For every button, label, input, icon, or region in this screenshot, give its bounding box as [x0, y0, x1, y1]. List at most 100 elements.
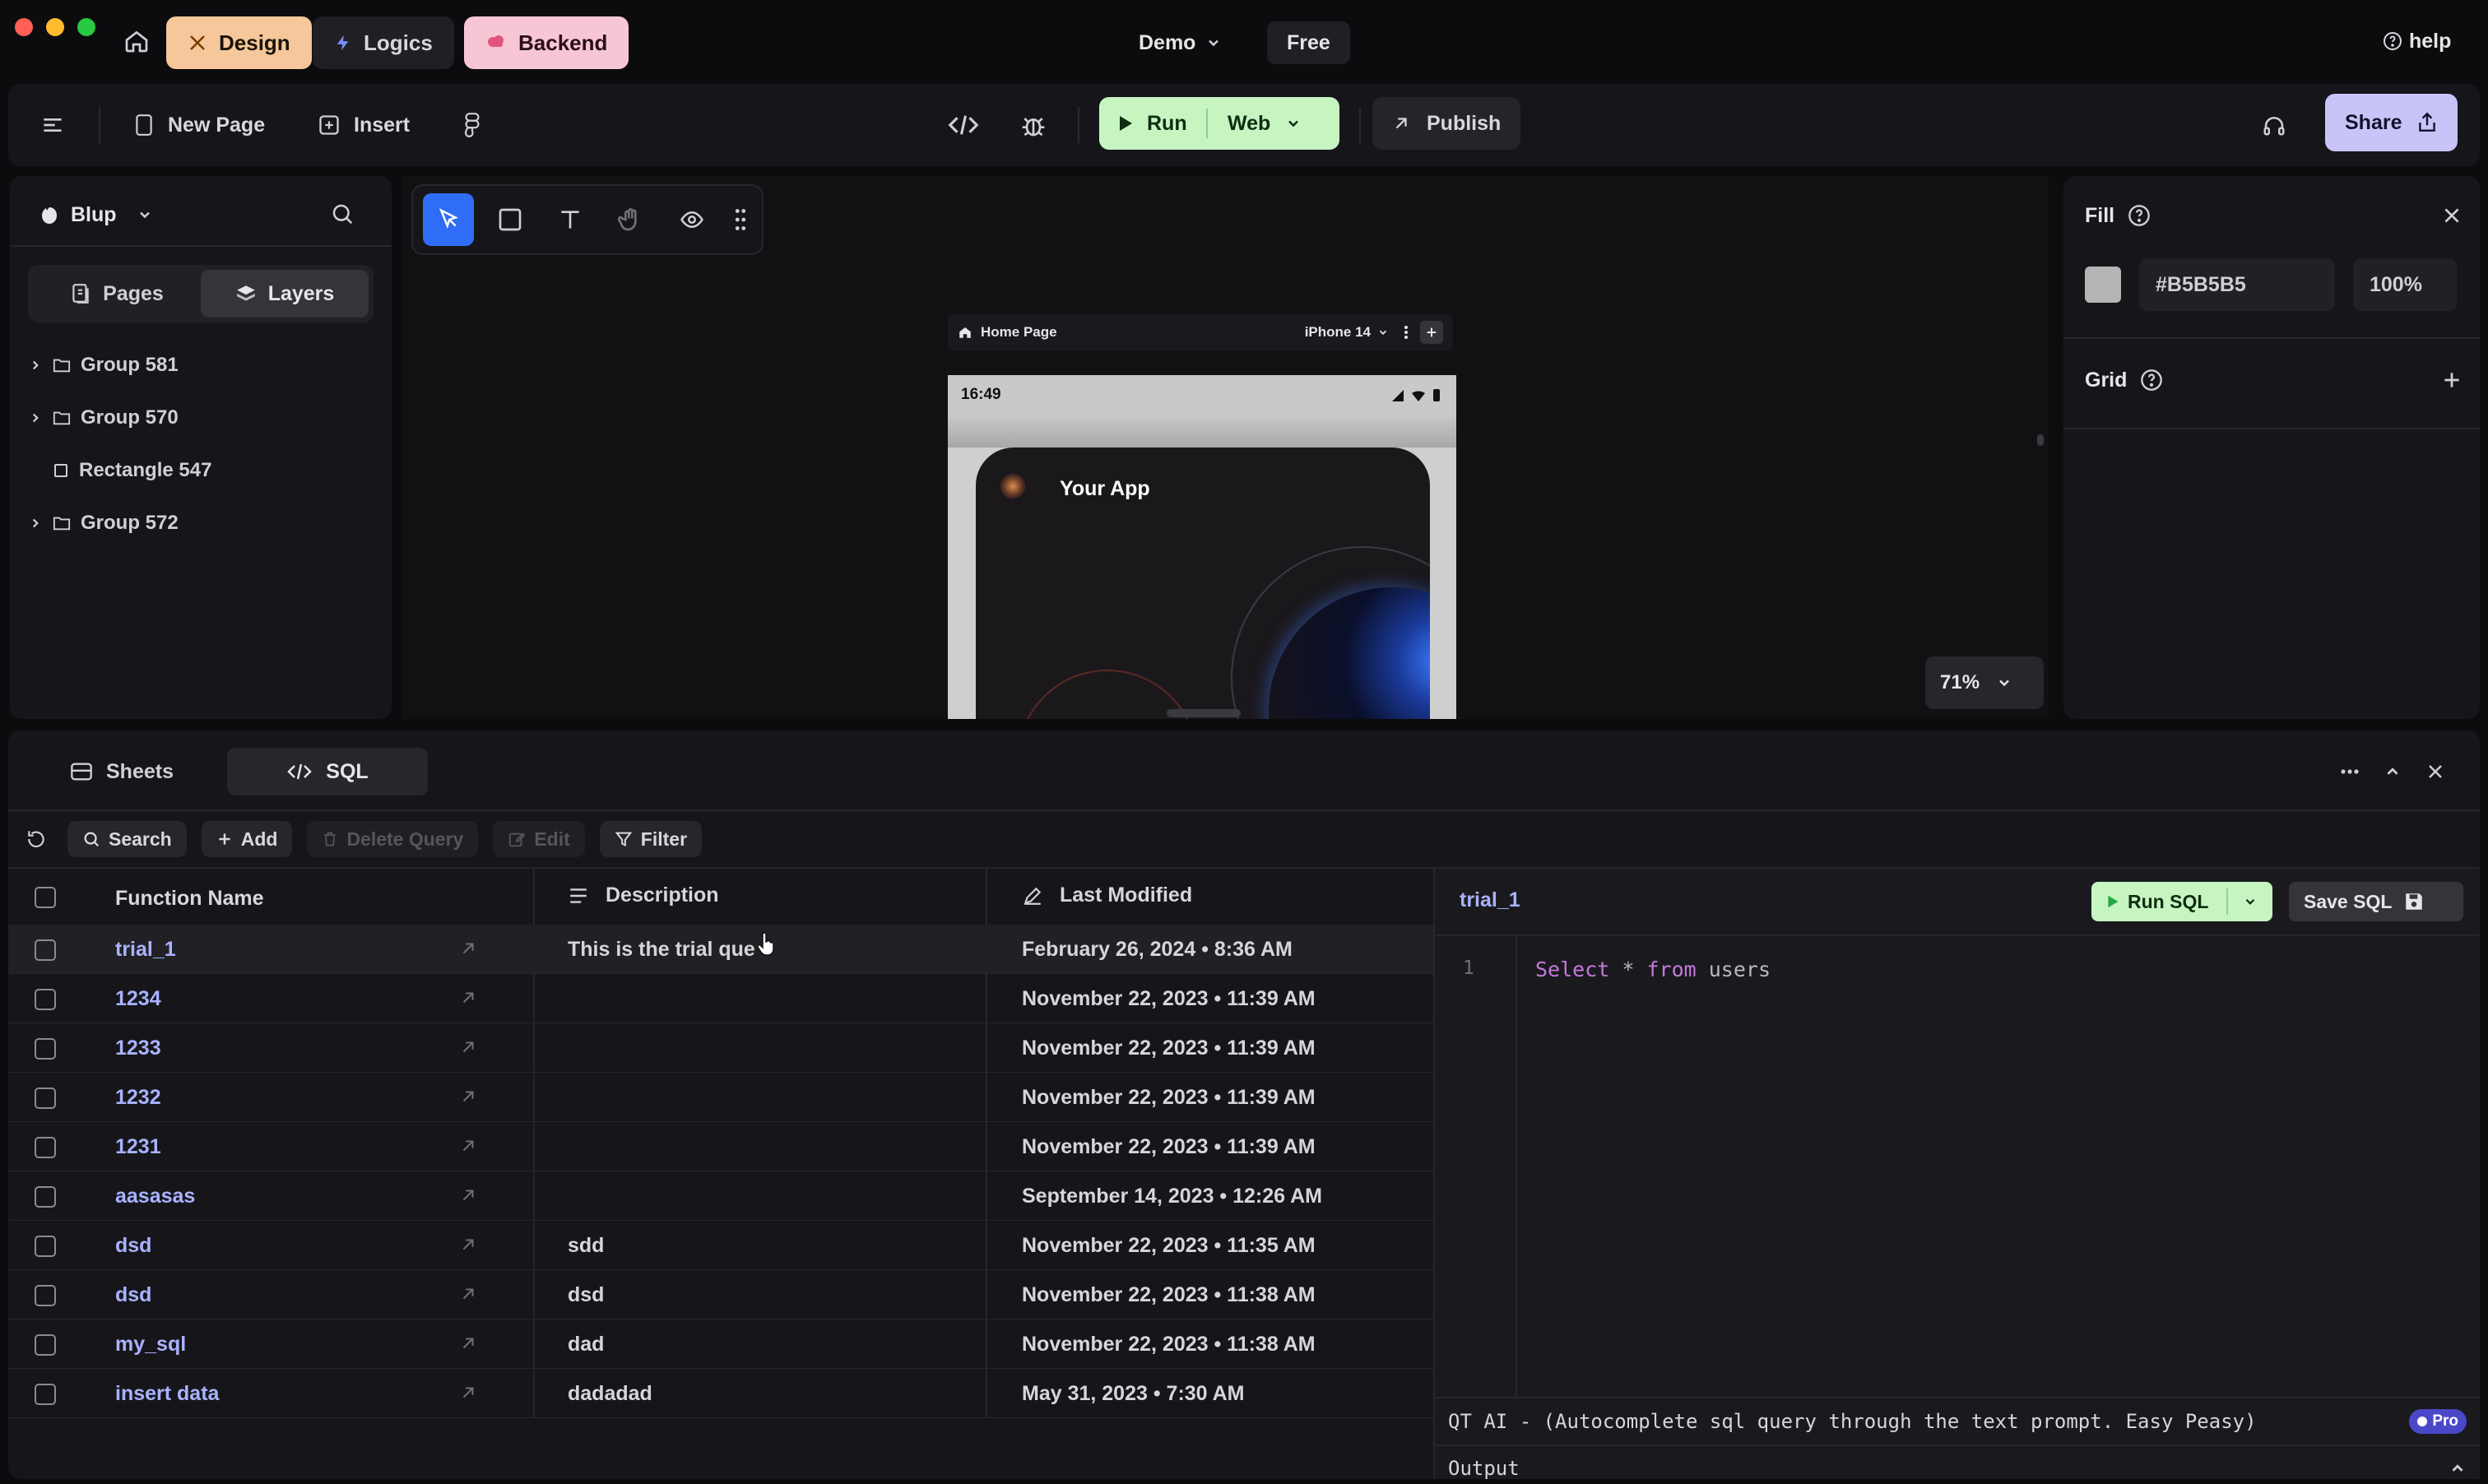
plan-badge[interactable]: Free [1267, 21, 1350, 64]
menu-icon[interactable] [36, 109, 69, 141]
tab-sql[interactable]: SQL [227, 748, 428, 795]
publish-button[interactable]: Publish [1372, 97, 1521, 150]
device-selector[interactable]: iPhone 14 [1305, 324, 1389, 341]
ai-prompt-bar[interactable]: QT AI - (Autocomplete sql query through … [1435, 1398, 2480, 1445]
select-tool[interactable] [423, 193, 474, 246]
column-header[interactable]: Function Name [115, 887, 264, 911]
chevron-right-icon[interactable] [28, 410, 43, 425]
filter-button[interactable]: Filter [599, 821, 703, 857]
table-row[interactable]: insert data dadadad May 31, 2023 • 7:30 … [8, 1369, 1433, 1418]
row-checkbox[interactable] [35, 1186, 56, 1208]
row-checkbox[interactable] [35, 939, 56, 961]
bug-icon[interactable] [1017, 109, 1050, 141]
close-icon[interactable] [2419, 755, 2452, 788]
function-name-link[interactable]: aasasas [115, 1185, 195, 1208]
kebab-icon[interactable] [1404, 324, 1409, 341]
table-row[interactable]: dsd sdd November 22, 2023 • 11:35 AM [8, 1221, 1433, 1270]
hand-tool[interactable] [606, 193, 656, 246]
row-checkbox[interactable] [35, 1038, 56, 1060]
preview-tool[interactable] [667, 193, 717, 246]
zoom-control[interactable]: 71% [1925, 656, 2044, 709]
layer-item[interactable]: Group 572 [28, 497, 374, 550]
save-sql-button[interactable]: Save SQL [2289, 882, 2463, 921]
open-icon[interactable] [459, 1236, 477, 1254]
row-checkbox[interactable] [35, 989, 56, 1010]
tab-design[interactable]: Design [166, 16, 312, 69]
description-cell[interactable]: dad [568, 1333, 604, 1356]
headphones-icon[interactable] [2258, 109, 2291, 141]
open-icon[interactable] [459, 1285, 477, 1303]
function-name-link[interactable]: dsd [115, 1283, 151, 1307]
fill-hex-input[interactable]: #B5B5B5 [2139, 258, 2335, 311]
add-grid-button[interactable] [2435, 364, 2468, 397]
collapse-icon[interactable] [2376, 755, 2409, 788]
open-icon[interactable] [459, 1384, 477, 1402]
workspace-selector[interactable]: Blup [39, 194, 153, 235]
help-link[interactable]: help [2383, 25, 2451, 58]
row-checkbox[interactable] [35, 1236, 56, 1257]
layer-item[interactable]: Rectangle 547 [28, 444, 374, 497]
table-row[interactable]: aasasas September 14, 2023 • 12:26 AM [8, 1171, 1433, 1221]
delete-query-button[interactable]: Delete Query [307, 821, 479, 857]
function-name-link[interactable]: my_sql [115, 1333, 186, 1356]
fill-color-swatch[interactable] [2085, 267, 2121, 303]
description-cell[interactable]: This is the trial que [568, 938, 755, 962]
home-icon[interactable] [120, 25, 153, 58]
table-row[interactable]: 1232 November 22, 2023 • 11:39 AM [8, 1073, 1433, 1122]
function-name-link[interactable]: 1231 [115, 1135, 161, 1159]
row-checkbox[interactable] [35, 1137, 56, 1158]
description-cell[interactable]: dsd [568, 1283, 604, 1307]
help-circle-icon[interactable] [2128, 204, 2151, 227]
tab-backend[interactable]: Backend [464, 16, 629, 69]
close-window-button[interactable] [15, 18, 33, 36]
open-icon[interactable] [459, 1334, 477, 1352]
open-icon[interactable] [459, 1087, 477, 1106]
design-canvas[interactable]: Home Page iPhone 14 16:49 Your App 71% [402, 176, 2049, 719]
function-name-link[interactable]: dsd [115, 1234, 151, 1258]
more-icon[interactable] [2333, 755, 2366, 788]
run-button[interactable]: Run [1099, 97, 1206, 150]
new-page-button[interactable]: New Page [133, 84, 265, 166]
insert-button[interactable]: Insert [318, 84, 410, 166]
function-name-link[interactable]: 1232 [115, 1086, 161, 1110]
select-all-checkbox[interactable] [35, 887, 56, 908]
function-name-link[interactable]: insert data [115, 1382, 219, 1406]
open-icon[interactable] [459, 1137, 477, 1155]
sql-code-editor[interactable]: Select * from users [1535, 958, 1771, 981]
run-sql-button[interactable]: Run SQL [2091, 882, 2226, 921]
minimize-window-button[interactable] [46, 18, 64, 36]
table-row[interactable]: my_sql dad November 22, 2023 • 11:38 AM [8, 1319, 1433, 1369]
open-icon[interactable] [459, 989, 477, 1007]
tab-layers[interactable]: Layers [201, 270, 369, 318]
row-checkbox[interactable] [35, 1334, 56, 1356]
description-cell[interactable]: dadadad [568, 1382, 652, 1406]
search-icon[interactable] [326, 197, 359, 230]
chevron-right-icon[interactable] [28, 516, 43, 531]
rectangle-tool[interactable] [485, 193, 535, 246]
fill-opacity-input[interactable]: 100% [2353, 258, 2457, 311]
function-name-link[interactable]: 1234 [115, 987, 161, 1011]
open-icon[interactable] [459, 1038, 477, 1056]
share-button[interactable]: Share [2325, 94, 2458, 151]
more-tools[interactable] [728, 193, 752, 246]
layer-item[interactable]: Group 581 [28, 339, 374, 392]
run-sql-options[interactable] [2228, 882, 2272, 921]
function-name-link[interactable]: trial_1 [115, 938, 176, 962]
edit-query-button[interactable]: Edit [493, 821, 585, 857]
description-cell[interactable]: sdd [568, 1234, 604, 1258]
run-target-dropdown[interactable]: Web [1208, 97, 1302, 150]
add-frame-button[interactable] [1420, 321, 1443, 344]
canvas-scrollbar[interactable] [2037, 434, 2044, 446]
refresh-icon[interactable] [20, 821, 53, 857]
code-icon[interactable] [945, 109, 982, 141]
phone-frame[interactable]: 16:49 Your App [948, 375, 1456, 719]
figma-icon[interactable] [456, 109, 489, 141]
open-icon[interactable] [459, 939, 477, 958]
function-name-link[interactable]: 1233 [115, 1036, 161, 1060]
chevron-up-icon[interactable] [2449, 1459, 2467, 1477]
tab-sheets[interactable]: Sheets [20, 748, 224, 795]
table-row[interactable]: 1233 November 22, 2023 • 11:39 AM [8, 1023, 1433, 1073]
layer-item[interactable]: Group 570 [28, 392, 374, 444]
chevron-right-icon[interactable] [28, 358, 43, 373]
project-selector[interactable]: Demo [1139, 26, 1222, 59]
